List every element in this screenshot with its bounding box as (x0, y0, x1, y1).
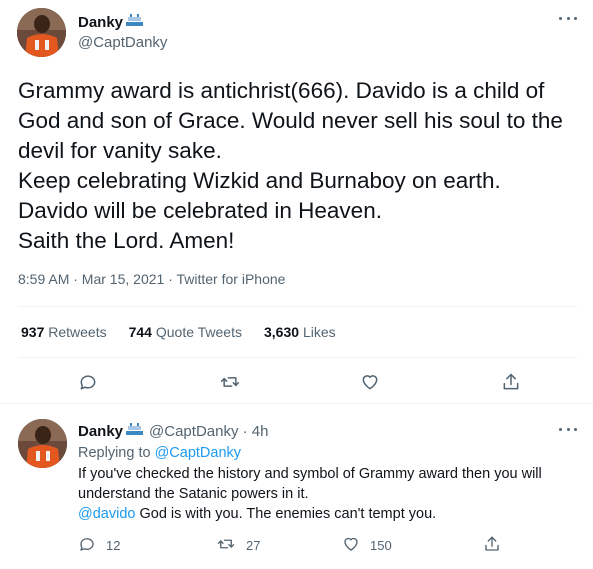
share-icon[interactable] (499, 370, 523, 394)
likes-count: 3,630 (264, 324, 300, 340)
reply-button[interactable]: 12 (78, 535, 120, 555)
reply-actions: 12 27 150 (0, 535, 593, 555)
replying-to-link[interactable]: @CaptDanky (155, 445, 241, 461)
reply-author-name[interactable]: Danky (78, 423, 123, 440)
divider (18, 306, 577, 307)
more-icon[interactable] (559, 425, 577, 433)
retweet-icon[interactable] (218, 370, 242, 394)
avatar[interactable] (18, 419, 67, 468)
reply-text-line: @davido God is with you. The enemies can… (78, 504, 578, 524)
tweet-text: Grammy award is antichrist(666). Davido … (18, 76, 578, 256)
retweet-icon (216, 535, 236, 556)
tweet-actions (0, 370, 593, 394)
reply-text: If you've checked the history and symbol… (78, 464, 578, 524)
tweet-stats: 937 Retweets 744 Quote Tweets 3,630 Like… (21, 324, 336, 340)
tweet-text-line: Saith the Lord. Amen! (18, 228, 235, 253)
likes-stat[interactable]: 3,630 Likes (264, 324, 336, 340)
tweet-text-line: Keep celebrating Wizkid and Burnaboy on … (18, 168, 501, 193)
author-name[interactable]: Danky (78, 14, 123, 31)
quotes-count: 744 (128, 324, 152, 340)
mention-link[interactable]: @davido (78, 506, 135, 522)
reply-handle-time[interactable]: @CaptDanky · 4h (149, 423, 268, 440)
tweet-text-line: God and son of Grace. Would never sell h… (18, 108, 563, 133)
like-icon[interactable] (358, 370, 382, 394)
flag-icon (125, 421, 145, 441)
reply-icon (78, 535, 96, 556)
reply-text-rest: God is with you. The enemies can't tempt… (135, 506, 437, 522)
retweets-count: 937 (21, 324, 45, 340)
main-tweet: Danky @CaptDanky Grammy award is antichr… (0, 0, 593, 404)
retweets-stat[interactable]: 937 Retweets (21, 324, 107, 340)
like-icon (342, 535, 360, 556)
replying-prefix: Replying to (78, 445, 151, 461)
flag-icon (125, 12, 145, 32)
avatar[interactable] (17, 8, 66, 57)
replying-to: Replying to @CaptDanky (78, 445, 241, 461)
author-name-row[interactable]: Danky (78, 12, 145, 32)
reply-tweet[interactable]: Danky @CaptDanky · 4h Replying to @CaptD… (0, 405, 593, 569)
more-icon[interactable] (559, 14, 577, 22)
reply-text-line: If you've checked the history and symbol… (78, 466, 542, 482)
divider (18, 357, 577, 358)
tweet-text-line: Davido will be celebrated in Heaven. (18, 198, 382, 223)
retweets-label: Retweets (48, 324, 107, 340)
tweet-text-line: devil for vanity sake. (18, 138, 222, 163)
quotes-stat[interactable]: 744 Quote Tweets (129, 324, 242, 340)
reply-count: 12 (106, 537, 121, 553)
reply-header: Danky @CaptDanky · 4h (78, 421, 268, 441)
reply-text-line: understand the Satanic powers in it. (78, 486, 309, 502)
quotes-label: Quote Tweets (155, 324, 242, 340)
author-handle[interactable]: @CaptDanky (78, 34, 167, 51)
retweet-button[interactable]: 27 (216, 535, 260, 555)
likes-label: Likes (302, 324, 336, 340)
share-button[interactable] (483, 535, 501, 555)
share-icon (483, 535, 501, 556)
tweet-text-line: Grammy award is antichrist(666). Davido … (18, 78, 545, 103)
like-count: 150 (370, 537, 392, 553)
reply-icon[interactable] (76, 370, 100, 394)
like-button[interactable]: 150 (342, 535, 392, 555)
tweet-timestamp[interactable]: 8:59 AM · Mar 15, 2021 · Twitter for iPh… (18, 271, 285, 287)
retweet-count: 27 (246, 537, 261, 553)
